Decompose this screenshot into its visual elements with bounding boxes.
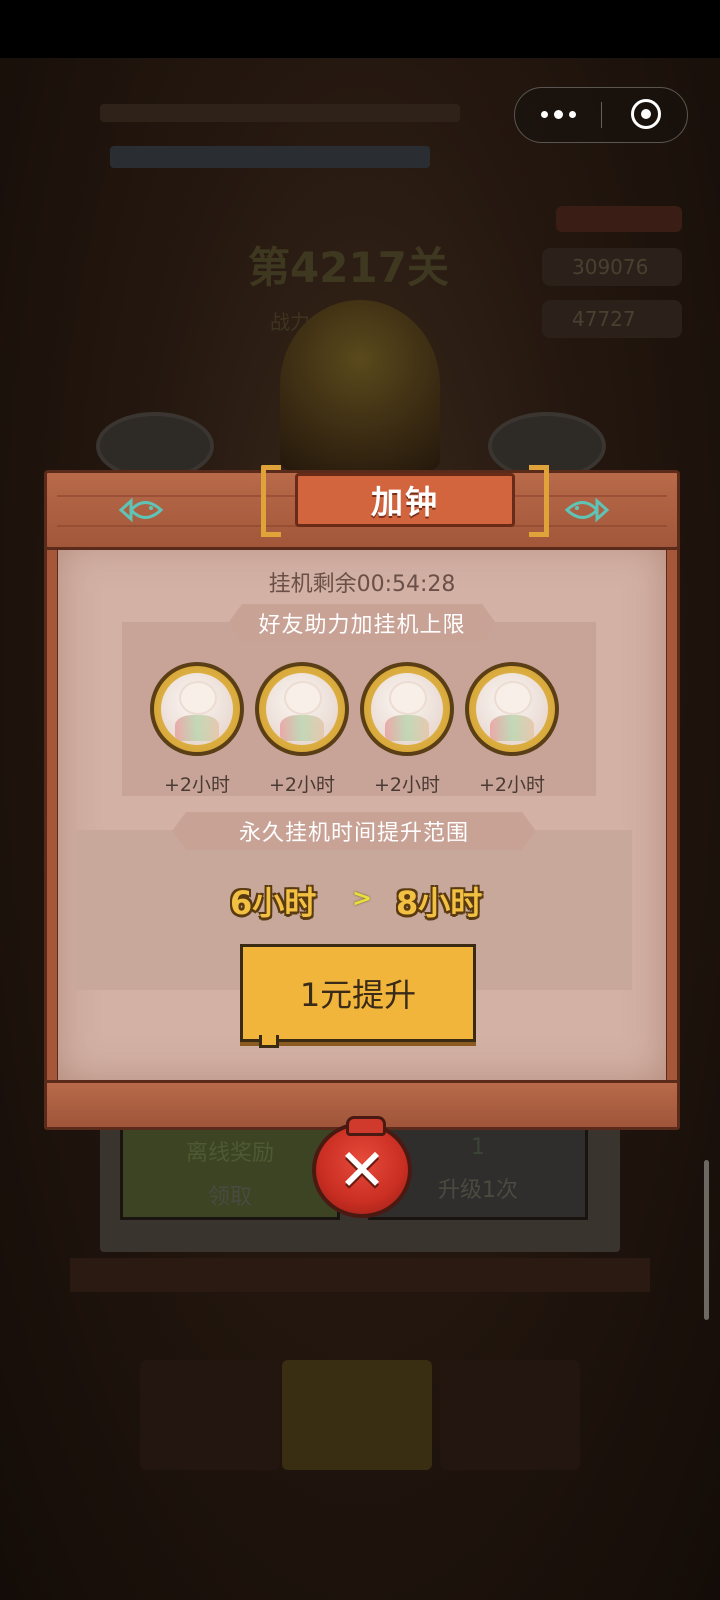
close-miniprogram-icon[interactable] (631, 99, 661, 129)
friend-bonus: +2小时 (268, 774, 335, 796)
bg-offline-reward-button: 离线奖励 领取 (120, 1124, 340, 1220)
current-hours: 6小时 (230, 884, 317, 922)
close-icon: ✕ (337, 1136, 387, 1204)
friend-bonus: +2小时 (373, 774, 440, 796)
status-bar (0, 0, 720, 58)
miniprogram-capsule (514, 87, 688, 143)
frame-right (664, 542, 680, 1102)
bg-character (280, 300, 440, 470)
frame-top: 加钟 (44, 465, 680, 550)
bg-claim-label: 领取 (207, 1185, 252, 1210)
close-button[interactable]: ✕ (312, 1116, 412, 1218)
bg-tab-1 (140, 1360, 280, 1470)
bg-resource-2: 47727 (542, 300, 682, 338)
bg-shelf (70, 1258, 650, 1292)
dialog-title: 加钟 (295, 473, 515, 527)
friend-slot[interactable]: +2小时 (255, 662, 349, 797)
idle-remaining-text: 挂机剩余00:54:28 (268, 572, 456, 597)
friend-bonus: +2小时 (478, 774, 545, 796)
perm-section-title: 永久挂机时间提升范围 (172, 812, 536, 850)
scrollbar-thumb[interactable] (704, 1160, 709, 1320)
friend-slot[interactable]: +2小时 (465, 662, 559, 797)
friend-avatar[interactable] (150, 662, 244, 756)
friend-bonus: +2小时 (163, 774, 230, 796)
more-menu-icon[interactable] (515, 88, 601, 141)
bg-offline-reward-label: 离线奖励 (185, 1141, 274, 1166)
capsule-divider (601, 102, 602, 128)
add-time-dialog: 挂机剩余00:54:28 +2小时 +2小时 +2小时 +2小时 好友助力加挂机… (44, 465, 680, 1138)
bg-top-banner-2 (110, 146, 430, 168)
friend-avatar[interactable] (255, 662, 349, 756)
title-bracket-right (529, 465, 549, 537)
friend-avatar[interactable] (465, 662, 559, 756)
title-bracket-left (261, 465, 281, 537)
bg-tab-3 (440, 1360, 580, 1470)
bg-tab-2 (282, 1360, 432, 1470)
bg-resource-1: 309076 (542, 248, 682, 286)
fish-icon (564, 497, 610, 523)
friends-panel: +2小时 +2小时 +2小时 +2小时 (122, 622, 596, 796)
arrow-right-icon: > (352, 884, 373, 912)
bg-resource-header (556, 206, 682, 232)
bg-level-text: 第4217关 (248, 243, 449, 292)
target-hours: 8小时 (396, 884, 483, 922)
friend-slot[interactable]: +2小时 (360, 662, 454, 797)
dialog-content: 挂机剩余00:54:28 +2小时 +2小时 +2小时 +2小时 好友助力加挂机… (58, 542, 666, 1082)
friend-slot[interactable]: +2小时 (150, 662, 244, 797)
friends-section-title: 好友助力加挂机上限 (228, 604, 496, 642)
bg-top-banner (100, 104, 460, 122)
fish-icon (118, 497, 164, 523)
upgrade-button[interactable]: 1元提升 (240, 944, 476, 1048)
title-plank: 加钟 (261, 465, 549, 539)
friend-avatar[interactable] (360, 662, 454, 756)
